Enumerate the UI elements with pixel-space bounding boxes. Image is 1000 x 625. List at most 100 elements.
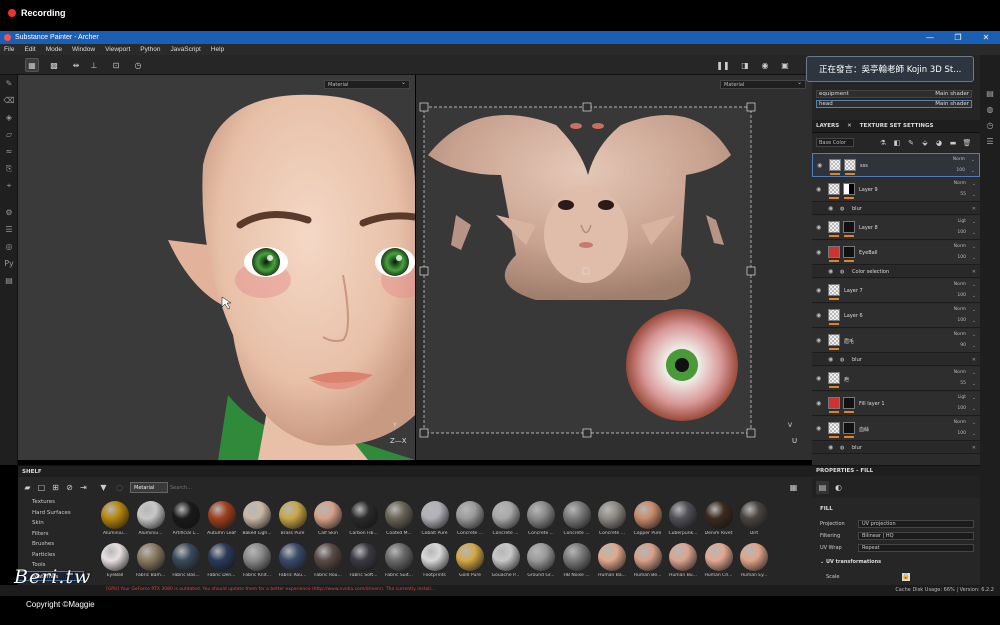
lock-icon[interactable]: 🔒 xyxy=(902,573,910,581)
shelf-category[interactable]: Skin xyxy=(18,518,94,529)
material-item[interactable]: Gold Pure xyxy=(453,543,487,585)
opacity-dropdown-icon[interactable]: ⌄ xyxy=(972,192,976,198)
layer-row[interactable]: ◉ Layer 7 Norm 100 ⌄ ⌄ xyxy=(812,279,980,303)
layer-effect-row[interactable]: ◉ ◍ Color selection ✕ xyxy=(812,266,980,278)
minimize-button[interactable]: — xyxy=(916,31,944,44)
layer-blend-mode[interactable]: Norm xyxy=(954,282,966,287)
tab-texture-set-settings[interactable]: TEXTURE SET SETTINGS xyxy=(860,123,934,129)
material-item[interactable]: Gouache P... xyxy=(489,543,523,585)
material-item[interactable]: Concrete ... xyxy=(489,501,523,543)
new-item-icon[interactable]: □ xyxy=(36,482,47,493)
remove-effect-icon[interactable]: ✕ xyxy=(972,357,976,363)
shelf-category[interactable]: Brushes xyxy=(18,539,94,550)
material-item[interactable]: Fabric Den... xyxy=(205,543,239,585)
paint-layer-icon[interactable]: ✎ xyxy=(906,138,916,148)
log-icon[interactable]: ☰ xyxy=(980,133,1000,149)
shelf-category[interactable]: Particles xyxy=(18,550,94,561)
layer-blend-mode[interactable]: Norm xyxy=(954,181,966,186)
menu-file[interactable]: File xyxy=(4,46,14,53)
script-icon[interactable]: ▤ xyxy=(0,272,18,289)
history-icon[interactable]: ◷ xyxy=(131,58,145,72)
menu-mode[interactable]: Mode xyxy=(46,46,62,53)
remove-effect-icon[interactable]: ✕ xyxy=(972,445,976,451)
material-item[interactable]: Baked Ligh... xyxy=(240,501,274,543)
visibility-eye-icon[interactable]: ◉ xyxy=(816,224,823,231)
blend-dropdown-icon[interactable]: ⌄ xyxy=(972,395,976,401)
visibility-eye-icon[interactable]: ◉ xyxy=(816,249,823,256)
menu-python[interactable]: Python xyxy=(140,46,160,53)
layer-blend-mode[interactable]: Norm xyxy=(953,157,965,162)
material-item[interactable]: Human Ba... xyxy=(595,543,629,585)
layer-row[interactable]: ◉ EyeBall Norm 100 ⌄ ⌄ xyxy=(812,241,980,265)
visibility-eye-icon[interactable]: ◉ xyxy=(828,205,835,212)
blend-dropdown-icon[interactable]: ⌄ xyxy=(972,370,976,376)
material-item[interactable]: Aluminiu... xyxy=(98,501,132,543)
export-icon[interactable]: ⇥ xyxy=(78,482,89,493)
opacity-dropdown-icon[interactable]: ⌄ xyxy=(972,293,976,299)
material-item[interactable]: Fabric Bas... xyxy=(169,543,203,585)
folder-icon[interactable]: ▰ xyxy=(22,482,33,493)
layer-row[interactable]: ◉ Fill layer 1 Ligt 100 ⌄ ⌄ xyxy=(812,392,980,416)
layer-opacity[interactable]: 100 xyxy=(957,406,966,411)
material-item[interactable]: Coated M... xyxy=(382,501,416,543)
material-item[interactable]: Human Be... xyxy=(631,543,665,585)
fill-properties-tab-icon[interactable]: ▤ xyxy=(816,481,829,494)
material-item[interactable]: Fabric Soft... xyxy=(347,543,381,585)
layer-row[interactable]: ◉ sss Norm 100 ⌄ ⌄ xyxy=(812,153,980,177)
layer-blend-mode[interactable]: Norm xyxy=(954,332,966,337)
visibility-eye-icon[interactable]: ◉ xyxy=(816,375,823,382)
remove-effect-icon[interactable]: ✕ xyxy=(972,269,976,275)
visibility-eye-icon[interactable]: ◉ xyxy=(816,337,823,344)
close-button[interactable]: ✕ xyxy=(972,31,1000,44)
picker-icon[interactable]: ⌖ xyxy=(0,177,18,194)
layer-row[interactable]: ◉ Layer 9 Norm 55 ⌄ ⌄ xyxy=(812,178,980,202)
viewport-2d[interactable]: Material ⌄ V U xyxy=(416,75,812,460)
visibility-eye-icon[interactable]: ◉ xyxy=(816,287,823,294)
material-item[interactable]: Cobalt Pure xyxy=(418,501,452,543)
layer-effect-row[interactable]: ◉ ◍ blur ✕ xyxy=(812,203,980,215)
python-icon[interactable]: Py xyxy=(0,255,18,272)
shelf-category[interactable]: Textures xyxy=(18,497,94,508)
material-item[interactable]: Copper Pure xyxy=(631,501,665,543)
menu-window[interactable]: Window xyxy=(72,46,95,53)
material-item[interactable]: Fabric Knit... xyxy=(240,543,274,585)
visibility-eye-icon[interactable]: ◉ xyxy=(828,268,835,275)
blend-dropdown-icon[interactable]: ⌄ xyxy=(971,157,975,163)
blend-dropdown-icon[interactable]: ⌄ xyxy=(972,420,976,426)
symmetry-icon[interactable]: ⇹ xyxy=(69,58,83,72)
visibility-eye-icon[interactable]: ◉ xyxy=(816,400,823,407)
align-icon[interactable]: ⊥ xyxy=(87,58,101,72)
layer-opacity[interactable]: 100 xyxy=(957,431,966,436)
layer-opacity[interactable]: 100 xyxy=(957,293,966,298)
frame-icon[interactable]: ⊡ xyxy=(109,58,123,72)
close-tab-icon[interactable]: ✕ xyxy=(847,123,852,129)
smart-material-icon[interactable]: ◕ xyxy=(934,138,944,148)
layer-opacity[interactable]: 100 xyxy=(957,318,966,323)
material-item[interactable]: EyeBall xyxy=(98,543,132,585)
material-item[interactable]: Fabric Suit... xyxy=(382,543,416,585)
material-item[interactable]: Carbon Fib... xyxy=(347,501,381,543)
material-item[interactable]: Human Bu... xyxy=(666,543,700,585)
eraser-icon[interactable]: ⌫ xyxy=(0,92,18,109)
uv-transformations-section[interactable]: ⌄ UV transformations xyxy=(820,559,881,565)
opacity-dropdown-icon[interactable]: ⌄ xyxy=(972,343,976,349)
layer-mask-thumbnail[interactable] xyxy=(843,246,855,258)
effects-icon[interactable]: ⚗ xyxy=(878,138,888,148)
maximize-button[interactable]: ❐ xyxy=(944,31,972,44)
uv-wrap-select[interactable]: Repeat xyxy=(858,544,974,552)
layer-blend-mode[interactable]: Ligt xyxy=(958,219,966,224)
projection-select[interactable]: UV projection xyxy=(858,520,974,528)
opacity-dropdown-icon[interactable]: ⌄ xyxy=(972,255,976,261)
blend-dropdown-icon[interactable]: ⌄ xyxy=(972,307,976,313)
fill-layer-icon[interactable]: ⬙ xyxy=(920,138,930,148)
layer-effect-row[interactable]: ◉ ◍ blur ✕ xyxy=(812,354,980,366)
blend-dropdown-icon[interactable]: ⌄ xyxy=(972,332,976,338)
opacity-dropdown-icon[interactable]: ⌄ xyxy=(972,406,976,412)
opacity-dropdown-icon[interactable]: ⌄ xyxy=(972,381,976,387)
material-item[interactable]: Concrete ... xyxy=(524,501,558,543)
smudge-icon[interactable]: ≈ xyxy=(0,143,18,160)
delete-icon[interactable]: 🗑 xyxy=(962,138,972,148)
settings-gear-icon[interactable]: ⚙ xyxy=(0,204,18,221)
visibility-eye-icon[interactable]: ◉ xyxy=(816,186,823,193)
grid-view-icon[interactable]: ▦ xyxy=(788,482,799,493)
